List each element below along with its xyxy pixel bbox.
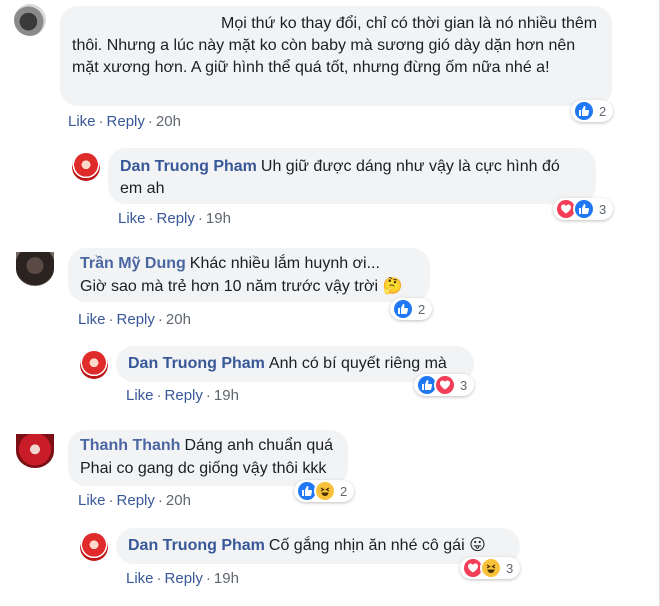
reaction-count: 3: [506, 560, 514, 576]
comment-bubble: Dan Truong Pham Uh giữ được dáng như vậy …: [108, 148, 596, 204]
comment-author[interactable]: Dan Truong Pham: [128, 355, 265, 372]
reaction-count: 2: [340, 483, 348, 499]
comment-actions: Like · Reply · 20h: [78, 492, 191, 509]
comment-bubble: Dan Truong Pham Cố gắng nhịn ăn nhé cô gá…: [116, 528, 520, 564]
haha-reaction-icon: [314, 480, 336, 502]
comment-actions: Like · Reply · 19h: [126, 387, 239, 404]
comment-text: Dáng anh chuẩn quá: [184, 437, 334, 454]
like-link[interactable]: Like: [78, 311, 106, 328]
comment-bubble: Trần Mỹ Dung Khác nhiều lắm huynh ơi... G…: [68, 248, 430, 302]
thinking-emoji-icon: 🤔: [382, 278, 403, 295]
comment-text: Cố gắng nhịn ăn nhé cô gái: [268, 537, 465, 554]
like-link[interactable]: Like: [126, 570, 154, 587]
reaction-summary[interactable]: 2: [294, 480, 354, 502]
comment-actions: Like · Reply · 20h: [68, 113, 181, 130]
comment-author[interactable]: Dan Truong Pham: [128, 537, 265, 554]
reaction-summary[interactable]: 3: [414, 374, 474, 396]
reaction-summary[interactable]: 3: [460, 557, 520, 579]
reply-link[interactable]: Reply: [117, 492, 155, 509]
timestamp[interactable]: 20h: [156, 113, 181, 130]
avatar[interactable]: [72, 153, 100, 181]
comment-bubble: Thanh Thanh Dáng anh chuẩn quá Phai co ga…: [68, 430, 348, 486]
like-reaction-icon: [392, 298, 414, 320]
timestamp[interactable]: 20h: [166, 311, 191, 328]
timestamp[interactable]: 19h: [214, 387, 239, 404]
comment-actions: Like · Reply · 19h: [118, 210, 231, 227]
reaction-count: 2: [599, 103, 607, 119]
avatar[interactable]: [16, 252, 54, 286]
comment-bubble: Mọi thứ ko thay đổi, chỉ có thời gian là…: [60, 6, 612, 106]
tongue-emoji-icon: 😛: [469, 537, 486, 554]
comment-actions: Like · Reply · 20h: [78, 311, 191, 328]
timestamp[interactable]: 19h: [214, 570, 239, 587]
like-reaction-icon: [573, 100, 595, 122]
reaction-summary[interactable]: 2: [390, 298, 432, 320]
comment-text: Anh có bí quyết riêng mà: [268, 355, 447, 372]
comment-actions: Like · Reply · 19h: [126, 570, 239, 587]
like-link[interactable]: Like: [118, 210, 146, 227]
comment-author[interactable]: Trần Mỹ Dung: [80, 255, 186, 272]
comment-author[interactable]: Dan Truong Pham: [120, 158, 257, 175]
avatar[interactable]: [80, 533, 108, 561]
reaction-summary[interactable]: 3: [553, 198, 613, 220]
avatar[interactable]: [80, 351, 108, 379]
reaction-count: 3: [460, 377, 468, 393]
comment-text: Phai co gang dc giống vậy thôi kkk: [80, 460, 327, 477]
reply-link[interactable]: Reply: [165, 387, 203, 404]
reply-link[interactable]: Reply: [107, 113, 145, 130]
love-reaction-icon: [434, 374, 456, 396]
reply-link[interactable]: Reply: [117, 311, 155, 328]
comment-text: Khác nhiều lắm huynh ơi...: [189, 255, 380, 272]
avatar[interactable]: [14, 4, 46, 36]
comment-author[interactable]: Thanh Thanh: [80, 437, 180, 454]
reaction-summary[interactable]: 2: [571, 100, 613, 122]
comment-text: Giờ sao mà trẻ hơn 10 năm trước vậy trời: [80, 278, 379, 295]
timestamp[interactable]: 19h: [206, 210, 231, 227]
avatar[interactable]: [16, 434, 54, 468]
like-link[interactable]: Like: [126, 387, 154, 404]
reply-link[interactable]: Reply: [157, 210, 195, 227]
timestamp[interactable]: 20h: [166, 492, 191, 509]
haha-reaction-icon: [480, 557, 502, 579]
reaction-count: 3: [599, 201, 607, 217]
comment-text: Mọi thứ ko thay đổi, chỉ có thời gian là…: [72, 15, 598, 76]
like-link[interactable]: Like: [68, 113, 96, 130]
reply-link[interactable]: Reply: [165, 570, 203, 587]
like-link[interactable]: Like: [78, 492, 106, 509]
like-reaction-icon: [573, 198, 595, 220]
reaction-count: 2: [418, 301, 426, 317]
